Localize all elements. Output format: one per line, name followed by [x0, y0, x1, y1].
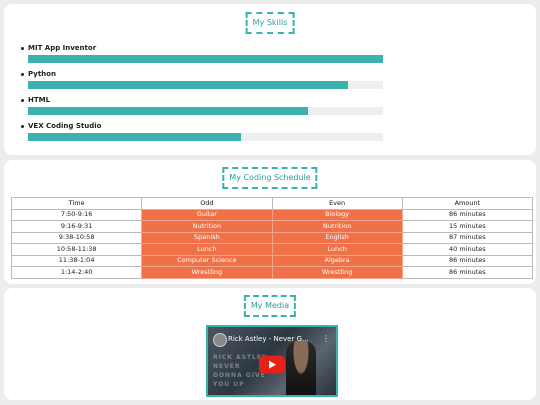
video-title[interactable]: Rick Astley - Never G...	[228, 333, 318, 345]
skill-label: VEX Coding Studio	[28, 122, 383, 131]
column-header-time: Time	[10, 197, 143, 210]
skill-item: HTML	[28, 96, 383, 115]
schedule-card: My Coding Schedule Time Odd Even Amount …	[4, 160, 536, 284]
cell-amount: 86 minutes	[401, 266, 534, 279]
skill-bar-track	[28, 55, 383, 63]
cell-time: 1:14-2:40	[10, 266, 143, 279]
cell-time: 10:58-11:38	[10, 243, 143, 256]
cell-odd: Guitar	[141, 208, 273, 221]
schedule-table: Time Odd Even Amount 7:50-9:16 Guitar Bi…	[10, 197, 534, 279]
table-row: 9:38-10:58 Spanish English 87 minutes	[10, 231, 534, 244]
cell-even: Algebra	[271, 254, 403, 267]
column-header-odd: Odd	[141, 197, 273, 210]
cell-even: Nutrition	[271, 220, 403, 233]
column-header-even: Even	[271, 197, 403, 210]
skill-bar-track	[28, 133, 383, 141]
cell-odd: Computer Science	[141, 254, 273, 267]
table-row: 9:16-9:31 Nutrition Nutrition 15 minutes	[10, 220, 534, 233]
cell-odd: Spanish	[141, 231, 273, 244]
schedule-title: My Coding Schedule	[222, 167, 318, 189]
cell-amount: 86 minutes	[401, 254, 534, 267]
cell-amount: 40 minutes	[401, 243, 534, 256]
cell-odd: Lunch	[141, 243, 273, 256]
cell-even: Lunch	[271, 243, 403, 256]
cell-amount: 15 minutes	[401, 220, 534, 233]
media-title: My Media	[243, 295, 297, 317]
skill-bar-fill	[28, 55, 383, 63]
table-header-row: Time Odd Even Amount	[10, 197, 534, 210]
skill-bar-fill	[28, 133, 241, 141]
skills-title: My Skills	[245, 12, 295, 34]
table-row: 1:14-2:40 Wrestling Wrestling 86 minutes	[10, 266, 534, 279]
column-header-amount: Amount	[401, 197, 534, 210]
cell-odd: Nutrition	[141, 220, 273, 233]
cell-odd: Wrestling	[141, 266, 273, 279]
skill-bar-track	[28, 107, 383, 115]
table-row: 7:50-9:16 Guitar Biology 86 minutes	[10, 208, 534, 221]
video-embed[interactable]: RICK ASTLEY NEVER GONNA GIVE YOU UP Rick…	[206, 325, 338, 397]
channel-avatar[interactable]	[213, 333, 227, 347]
skill-bar-track	[28, 81, 383, 89]
cell-time: 9:16-9:31	[10, 220, 143, 233]
skill-bar-fill	[28, 107, 309, 115]
skill-item: VEX Coding Studio	[28, 122, 383, 141]
skill-item: Python	[28, 70, 383, 89]
cell-amount: 87 minutes	[401, 231, 534, 244]
skill-label: MIT App Inventor	[28, 44, 383, 53]
skill-item: MIT App Inventor	[28, 44, 383, 63]
skills-card: My Skills MIT App Inventor Python HTML V…	[4, 4, 536, 155]
cell-amount: 86 minutes	[401, 208, 534, 221]
play-icon[interactable]	[259, 355, 285, 374]
cell-even: Wrestling	[271, 266, 403, 279]
media-card: My Media RICK ASTLEY NEVER GONNA GIVE YO…	[4, 288, 536, 400]
cell-even: Biology	[271, 208, 403, 221]
menu-dots-icon[interactable]: ⋮	[322, 333, 330, 345]
table-row: 11:38-1:04 Computer Science Algebra 86 m…	[10, 254, 534, 267]
cell-time: 9:38-10:58	[10, 231, 143, 244]
cell-time: 11:38-1:04	[10, 254, 143, 267]
skill-bar-fill	[28, 81, 348, 89]
cell-time: 7:50-9:16	[10, 208, 143, 221]
skill-label: HTML	[28, 96, 383, 105]
skill-label: Python	[28, 70, 383, 79]
table-row: 10:58-11:38 Lunch Lunch 40 minutes	[10, 243, 534, 256]
video-thumbnail-figure	[286, 341, 316, 395]
cell-even: English	[271, 231, 403, 244]
